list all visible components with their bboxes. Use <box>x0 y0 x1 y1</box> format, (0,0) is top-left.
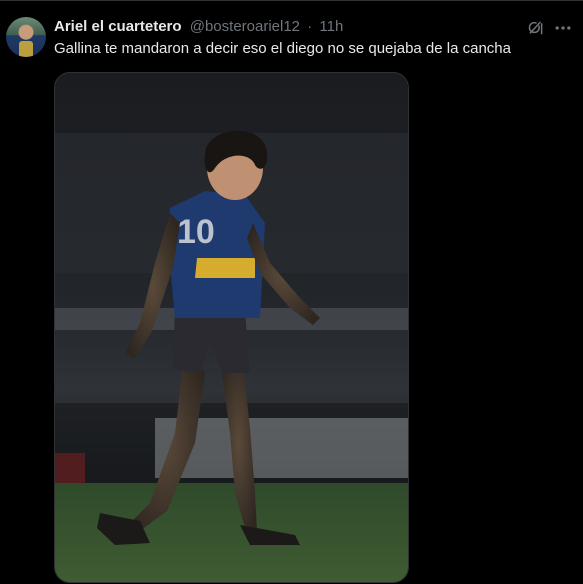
avatar[interactable] <box>6 17 46 57</box>
svg-text:10: 10 <box>177 213 215 251</box>
tweet-text: Gallina te mandaron a decir eso el diego… <box>54 40 511 57</box>
author-handle[interactable]: @bosteroariel12 <box>190 18 300 35</box>
tweet-photo[interactable]: 10 <box>54 72 409 583</box>
grok-icon[interactable] <box>527 19 545 37</box>
tweet-time[interactable]: 11h <box>319 18 343 35</box>
separator-dot: · <box>307 18 313 35</box>
tweet[interactable]: Ariel el cuartetero @bosteroariel12 · 11… <box>0 0 583 584</box>
soccer-player-photo: 10 <box>55 73 408 582</box>
tweet-header: Ariel el cuartetero @bosteroariel12 · 11… <box>54 17 343 37</box>
author-name[interactable]: Ariel el cuartetero <box>54 18 182 35</box>
more-icon[interactable] <box>553 18 573 38</box>
